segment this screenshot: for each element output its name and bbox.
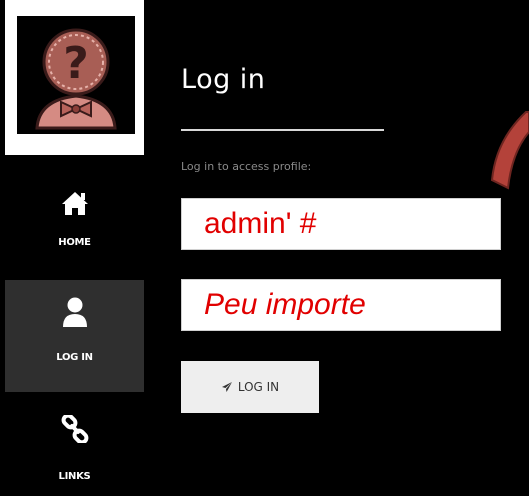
link-icon <box>61 415 88 443</box>
username-input[interactable] <box>182 199 500 249</box>
login-button-label: LOG IN <box>237 380 280 394</box>
avatar-frame: ? <box>5 0 144 155</box>
sidebar-item-label: LINKS <box>58 471 91 482</box>
username-field[interactable] <box>181 198 501 250</box>
svg-text:?: ? <box>63 38 89 89</box>
login-instructions: Log in to access profile: <box>181 160 312 173</box>
user-icon <box>62 297 87 327</box>
password-field[interactable] <box>181 279 501 331</box>
sidebar-item-login[interactable]: LOG IN <box>5 280 144 392</box>
sidebar-item-home[interactable]: HOME <box>5 170 144 280</box>
login-button[interactable]: LOG IN <box>181 361 319 413</box>
home-icon <box>61 192 88 215</box>
question-mark-avatar-icon: ? <box>35 28 117 130</box>
avatar: ? <box>17 16 135 134</box>
annotation-arrow-icon <box>490 111 529 190</box>
sidebar-item-links[interactable]: LINKS <box>5 392 144 496</box>
paper-plane-icon <box>221 382 232 392</box>
password-input[interactable] <box>182 280 500 330</box>
title-divider <box>181 129 384 131</box>
sidebar-item-label: HOME <box>58 237 91 248</box>
sidebar-item-label: LOG IN <box>56 352 93 363</box>
page-title: Log in <box>181 64 266 95</box>
sidebar: ? HOME LOG IN LINKS <box>0 0 144 496</box>
